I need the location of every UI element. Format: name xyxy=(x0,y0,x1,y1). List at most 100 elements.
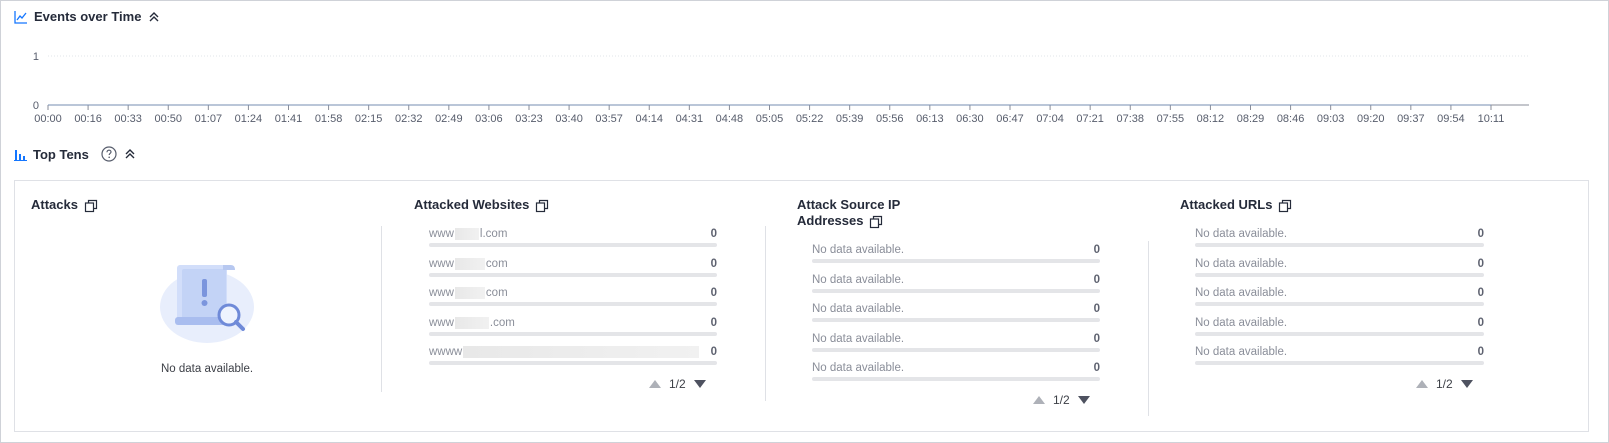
list-item[interactable]: www com 0 xyxy=(429,257,717,287)
x-tick-label: 07:21 xyxy=(1076,113,1104,125)
x-tick-label: 07:04 xyxy=(1036,113,1064,125)
list-item[interactable]: No data available. 0 xyxy=(812,243,1100,273)
ip-label: No data available. xyxy=(812,332,905,345)
top-tens-title: Top Tens xyxy=(33,146,89,162)
page-down-icon[interactable] xyxy=(1077,396,1090,404)
attacks-title-text: Attacks xyxy=(31,197,78,212)
list-item[interactable]: No data available. 0 xyxy=(1195,345,1484,375)
page-up-icon[interactable] xyxy=(649,380,661,388)
copy-icon[interactable] xyxy=(535,199,549,213)
source-ip-pager: 1/2 xyxy=(1033,393,1090,407)
url-label: No data available. xyxy=(1195,287,1288,299)
help-icon[interactable] xyxy=(101,146,117,162)
column-divider xyxy=(765,226,766,401)
copy-icon[interactable] xyxy=(1278,199,1292,213)
list-item[interactable]: wwww 0 xyxy=(429,345,717,375)
page-down-icon[interactable] xyxy=(693,380,706,388)
copy-icon[interactable] xyxy=(84,199,98,213)
progress-bar xyxy=(429,361,717,365)
x-tick-label: 03:23 xyxy=(515,113,543,125)
ip-label: No data available. xyxy=(812,303,905,315)
x-tick-label: 00:16 xyxy=(74,113,102,125)
x-tick-label: 07:55 xyxy=(1157,113,1185,125)
attacked-urls-list: No data available. 0 No data available. … xyxy=(1195,227,1484,375)
progress-bar xyxy=(812,318,1100,322)
website-count: 0 xyxy=(710,287,717,299)
x-tick-label: 09:03 xyxy=(1317,113,1345,125)
x-tick-label: 07:38 xyxy=(1116,113,1144,125)
copy-icon[interactable] xyxy=(869,215,883,229)
x-tick-label: 05:56 xyxy=(876,113,904,125)
y-tick-label: 1 xyxy=(33,51,39,63)
collapse-icon[interactable] xyxy=(123,147,137,161)
list-item[interactable]: No data available. 0 xyxy=(1195,257,1484,287)
attacked-websites-title-text: Attacked Websites xyxy=(414,197,530,212)
url-count: 0 xyxy=(1477,287,1484,299)
collapse-icon[interactable] xyxy=(147,10,161,24)
x-tick-label: 00:50 xyxy=(154,113,182,125)
attacked-urls-title-text: Attacked URLs xyxy=(1180,197,1273,212)
list-item[interactable]: www l.com 0 xyxy=(429,227,717,257)
website-count: 0 xyxy=(710,316,717,329)
ip-label: No data available. xyxy=(812,362,905,374)
page-up-icon[interactable] xyxy=(1416,380,1428,388)
ip-count: 0 xyxy=(1093,362,1100,374)
line-chart-icon xyxy=(14,10,28,24)
x-tick-label: 06:13 xyxy=(916,113,944,125)
x-tick-label: 01:24 xyxy=(235,113,263,125)
ip-count: 0 xyxy=(1093,244,1100,256)
list-item[interactable]: No data available. 0 xyxy=(1195,227,1484,257)
website-count: 0 xyxy=(710,346,717,358)
progress-bar xyxy=(1195,272,1484,277)
progress-bar xyxy=(1195,361,1484,365)
x-tick-label: 04:14 xyxy=(635,113,663,125)
list-item[interactable]: www com 0 xyxy=(429,286,717,316)
attacked-websites-list: www l.com 0 www com 0 www com 0 www .com 0 w… xyxy=(429,227,717,375)
progress-bar xyxy=(1195,302,1484,306)
ip-label: No data available. xyxy=(812,273,905,286)
list-item[interactable]: No data available. 0 xyxy=(812,273,1100,303)
x-tick-label: 06:30 xyxy=(956,113,984,125)
list-item[interactable]: No data available. 0 xyxy=(1195,286,1484,316)
attacks-column: Attacks No data available. xyxy=(15,181,399,431)
ip-count: 0 xyxy=(1093,273,1100,286)
x-tick-label: 05:05 xyxy=(756,113,784,125)
websites-pager: 1/2 xyxy=(649,377,706,391)
attacked-websites-title: Attacked Websites xyxy=(414,197,549,213)
list-item[interactable]: www .com 0 xyxy=(429,316,717,346)
attacked-urls-column: Attacked URLs No data available. 0 No da… xyxy=(1164,181,1548,431)
attack-source-ip-column: Attack Source IP Addresses No data avail… xyxy=(781,181,1165,431)
attack-source-ip-title-line2: Addresses xyxy=(797,213,864,228)
page-up-icon[interactable] xyxy=(1033,396,1045,404)
x-tick-label: 01:41 xyxy=(275,113,303,125)
website-count: 0 xyxy=(710,228,717,240)
website-count: 0 xyxy=(710,257,717,270)
events-chart: 0 1 00:00 00:16 00:33 00:50 01:07 01:24 01:41 01:… xyxy=(0,40,1609,130)
page-indicator: 1/2 xyxy=(669,377,686,391)
page-down-icon[interactable] xyxy=(1460,380,1473,388)
list-item[interactable]: No data available. 0 xyxy=(1195,316,1484,346)
progress-bar xyxy=(812,259,1100,263)
url-label: No data available. xyxy=(1195,228,1288,240)
x-tick-label: 09:20 xyxy=(1357,113,1385,125)
page-indicator: 1/2 xyxy=(1436,377,1453,391)
progress-bar xyxy=(1195,331,1484,336)
x-tick-label: 06:47 xyxy=(996,113,1024,125)
progress-bar xyxy=(429,331,717,336)
x-tick-label: 10:11 xyxy=(1478,113,1505,125)
y-tick-label: 0 xyxy=(33,100,39,112)
ip-count: 0 xyxy=(1093,303,1100,315)
x-tick-label: 01:58 xyxy=(315,113,343,125)
list-item[interactable]: No data available. 0 xyxy=(812,361,1100,391)
attack-source-ip-title-line1: Attack Source IP xyxy=(797,197,901,212)
x-tick-label: 02:32 xyxy=(395,113,423,125)
events-over-time-header: Events over Time xyxy=(14,9,161,24)
list-item[interactable]: No data available. 0 xyxy=(812,302,1100,332)
attack-source-ip-list: No data available. 0 No data available. … xyxy=(812,243,1100,391)
x-tick-label: 04:48 xyxy=(716,113,744,125)
list-item[interactable]: No data available. 0 xyxy=(812,332,1100,362)
x-tick-label: 03:57 xyxy=(595,113,623,125)
top-tens-header: Top Tens xyxy=(14,146,137,162)
x-tick-label: 05:22 xyxy=(796,113,824,125)
ip-count: 0 xyxy=(1093,332,1100,345)
